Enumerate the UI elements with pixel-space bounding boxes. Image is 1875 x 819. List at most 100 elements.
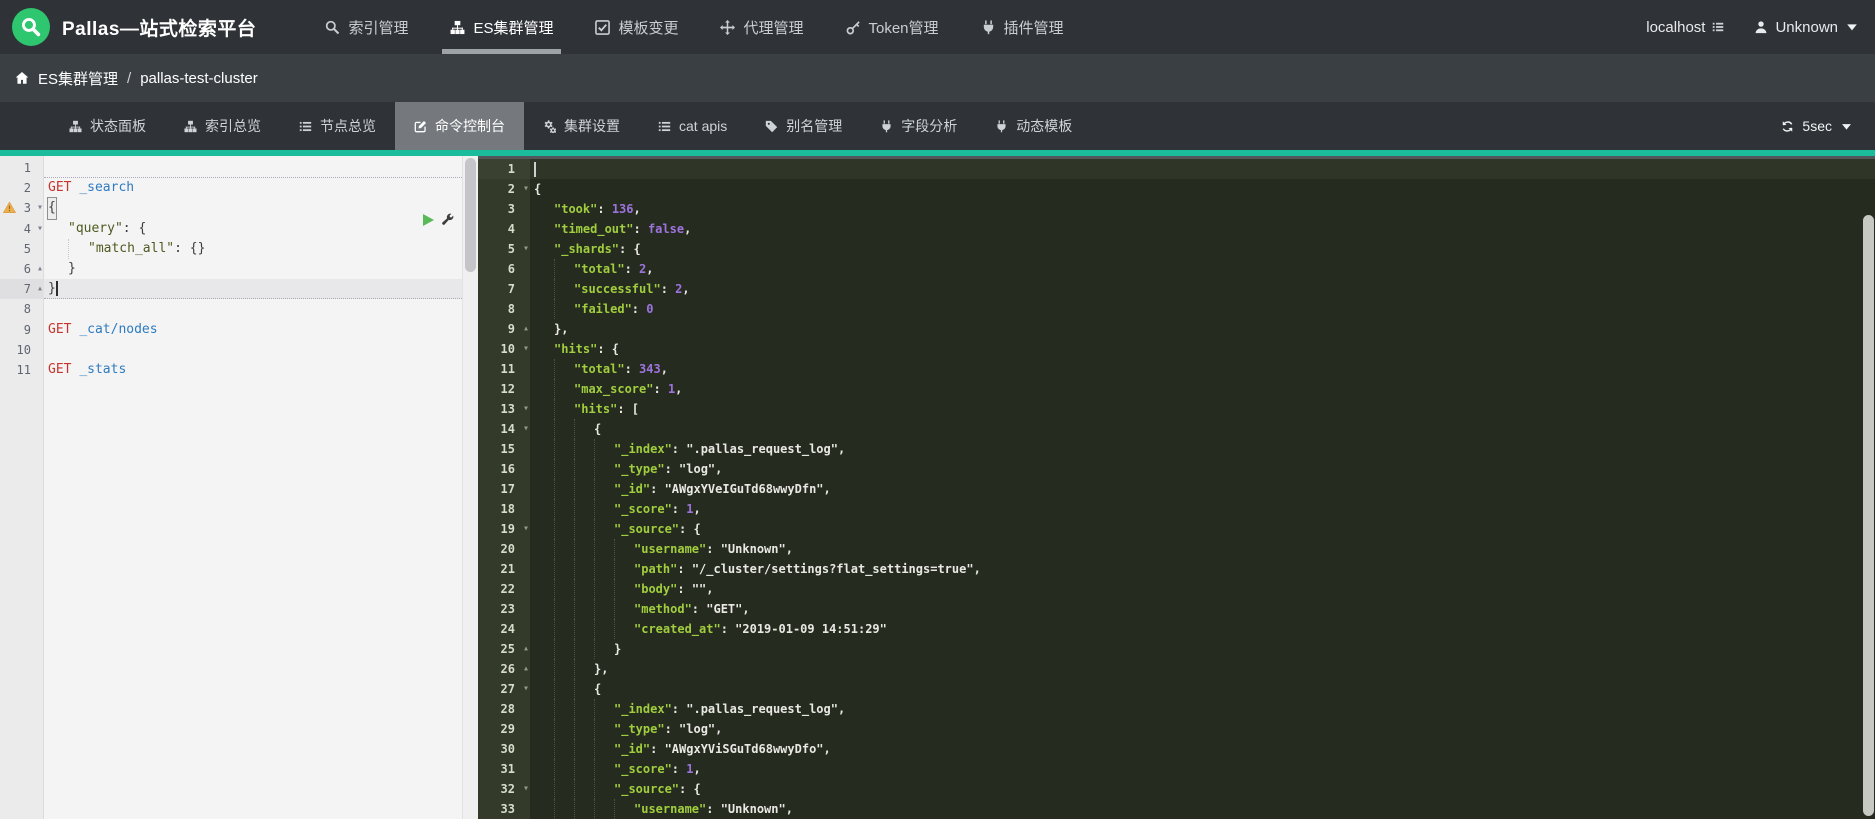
pencil-square-icon (414, 120, 427, 133)
editor-line-2[interactable]: 2 GET _search (0, 178, 478, 198)
fold-open-icon[interactable]: ▾ (523, 339, 529, 359)
editor-line-8[interactable]: 8 (0, 299, 478, 319)
line-number: 32 (500, 782, 515, 796)
tab-cluster-settings[interactable]: 集群设置 (524, 102, 639, 150)
nav-item-es-cluster-mgmt[interactable]: ES集群管理 (429, 0, 574, 54)
output-line-12: 12 "max_score": 1, (478, 379, 1875, 399)
refresh-interval-dropdown[interactable]: 5sec (1781, 102, 1875, 150)
nav-item-token-mgmt[interactable]: Token管理 (825, 0, 960, 54)
fold-close-icon[interactable]: ▴ (37, 259, 43, 279)
send-request-button[interactable] (423, 213, 434, 226)
fold-open-icon[interactable]: ▾ (523, 679, 529, 699)
editor-line-4[interactable]: 4 ▾ "query": { (0, 219, 478, 239)
output-line-6: 6 "total": 2, (478, 259, 1875, 279)
code-token: }, (594, 662, 609, 676)
fold-open-icon[interactable]: ▾ (523, 519, 529, 539)
output-line-17: 17 "_id": "AWgxYVeIGuTd68wwyDfn", (478, 479, 1875, 499)
indent-guide (594, 539, 614, 559)
nav-item-proxy-mgmt[interactable]: 代理管理 (699, 0, 824, 54)
tab-field-analysis[interactable]: 字段分析 (861, 102, 976, 150)
nav-item-label: 插件管理 (1003, 19, 1064, 37)
code-token: 343 (639, 362, 661, 376)
line-number-cell: 17 (478, 479, 530, 499)
editor-line-9[interactable]: 9 GET _cat/nodes (0, 320, 478, 340)
editor-line-6[interactable]: 6 ▴} (0, 259, 478, 279)
indent-guide (574, 539, 594, 559)
request-wrench-button[interactable] (441, 213, 454, 226)
indent-guide (594, 799, 614, 819)
line-number: 11 (16, 362, 31, 377)
fold-close-icon[interactable]: ▴ (37, 279, 43, 299)
fold-open-icon[interactable]: ▾ (523, 779, 529, 799)
fold-open-icon[interactable]: ▾ (523, 399, 529, 419)
fold-open-icon[interactable]: ▾ (37, 219, 43, 239)
line-number: 5 (23, 241, 31, 256)
code-token: 1 (686, 762, 694, 776)
indent-guide (554, 499, 574, 519)
line-content: "path": "/_cluster/settings?flat_setting… (530, 559, 1875, 579)
tab-dynamic-template[interactable]: 动态模板 (976, 102, 1091, 150)
line-number: 20 (500, 542, 515, 556)
console-split: 1 2 GET _search 3 ▾{4 ▾ "query": {5 "match_all"… (0, 156, 1875, 819)
fold-close-icon[interactable]: ▴ (523, 639, 529, 659)
line-number-cell: 28 (478, 699, 530, 719)
line-number-cell: 33 (478, 799, 530, 819)
code-token: _stats (79, 361, 127, 377)
tab-node-overview[interactable]: 节点总览 (280, 102, 395, 150)
line-number: 19 (500, 522, 515, 536)
output-scrollbar-thumb[interactable] (1863, 215, 1874, 816)
editor-scrollbar-thumb[interactable] (465, 158, 476, 272)
chevron-down-icon (1840, 120, 1853, 133)
line-number-cell: 21 (478, 559, 530, 579)
line-number: 6 (507, 262, 515, 276)
host-menu[interactable]: localhost (1646, 19, 1724, 36)
editor-line-11[interactable]: 11 GET _stats (0, 360, 478, 380)
indent-guide (574, 739, 594, 759)
indent-guide (594, 719, 614, 739)
refresh-icon (1781, 120, 1794, 133)
output-line-10: 10 ▾ "hits": { (478, 339, 1875, 359)
nav-item-plugin-mgmt[interactable]: 插件管理 (960, 0, 1085, 54)
fold-open-icon[interactable]: ▾ (523, 239, 529, 259)
fold-close-icon[interactable]: ▴ (523, 319, 529, 339)
line-number: 33 (500, 802, 515, 816)
tab-index-overview[interactable]: 索引总览 (165, 102, 280, 150)
output-scrollbar[interactable] (1862, 159, 1875, 819)
fold-open-icon[interactable]: ▾ (37, 198, 43, 218)
editor-line-3[interactable]: 3 ▾{ (0, 197, 478, 220)
tab-command-console[interactable]: 命令控制台 (395, 102, 524, 150)
nav-item-template-change[interactable]: 模板变更 (574, 0, 699, 54)
output-line-33: 33 "username": "Unknown", (478, 799, 1875, 819)
code-token: "/_cluster/settings?flat_settings=true" (691, 562, 974, 576)
breadcrumb-section[interactable]: ES集群管理 (38, 68, 118, 89)
code-token: } (68, 260, 76, 276)
line-number-cell: 11 (0, 360, 44, 380)
tab-alias-mgmt[interactable]: 别名管理 (746, 102, 861, 150)
editor-line-1[interactable]: 1 (0, 158, 478, 179)
tab-cat-apis[interactable]: cat apis (639, 102, 746, 150)
editor-line-5[interactable]: 5 "match_all": {} (0, 238, 478, 259)
fold-close-icon[interactable]: ▴ (523, 659, 529, 679)
fold-open-icon[interactable]: ▾ (523, 419, 529, 439)
user-menu[interactable]: Unknown (1754, 19, 1859, 36)
fold-open-icon[interactable]: ▾ (523, 179, 529, 199)
editor-line-7[interactable]: 7 ▴} (0, 279, 478, 300)
indent-guide (554, 259, 574, 279)
nav-item-index-mgmt[interactable]: 索引管理 (304, 0, 429, 54)
indent-guide (554, 519, 574, 539)
code-token: : { (619, 242, 641, 256)
tab-label: 节点总览 (320, 118, 376, 134)
console-editor[interactable]: 1 2 GET _search 3 ▾{4 ▾ "query": {5 "match_all"… (0, 156, 478, 819)
code-token: , (633, 202, 641, 216)
editor-scrollbar[interactable] (462, 156, 478, 819)
editor-line-10[interactable]: 10 (0, 340, 478, 360)
code-token: , (785, 542, 793, 556)
line-number: 16 (500, 462, 515, 476)
line-number-cell: 27 ▾ (478, 679, 530, 699)
code-token: , (684, 222, 692, 236)
tab-status-panel[interactable]: 状态面板 (50, 102, 165, 150)
output-line-29: 29 "_type": "log", (478, 719, 1875, 739)
